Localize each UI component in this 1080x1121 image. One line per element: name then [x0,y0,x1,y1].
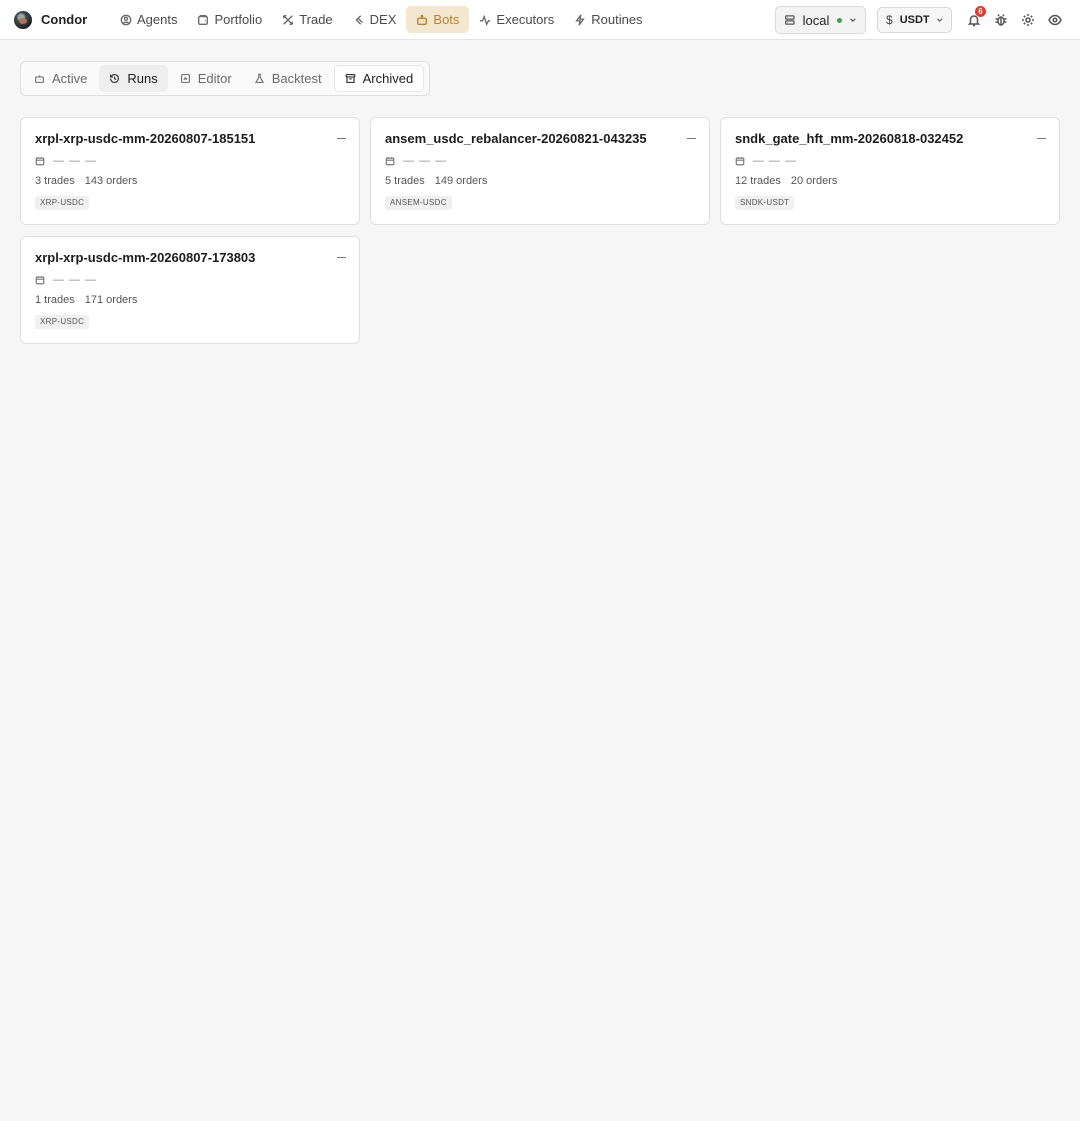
nav-item-label: Routines [591,12,643,27]
agents-icon [120,14,132,25]
trades-count: 12 trades [735,175,781,187]
app-name: Condor [41,12,88,27]
nav-item-label: Bots [433,12,460,27]
main-nav: Agents Portfolio Trade DEX Bots Executor… [110,0,653,40]
run-date-row: — — — [735,154,1045,167]
notification-count-badge: 6 [975,6,986,17]
trades-count: 3 trades [35,175,75,187]
trading-pair-tag: ANSEM-USDC [385,196,452,210]
run-name: xrpl-xrp-usdc-mm-20260807-173803 [35,250,256,265]
nav-item-bots[interactable]: Bots [406,6,470,33]
chevron-down-icon [936,18,942,22]
condor-logo-icon [14,10,32,29]
settings-button[interactable] [1020,12,1036,28]
run-stats: 3 trades 143 orders [35,175,345,187]
run-date: — — — [53,273,98,286]
run-date: — — — [53,154,98,167]
executors-icon [480,14,491,26]
tab-archived[interactable]: Archived [333,65,425,92]
run-date-row: — — — [35,154,345,167]
server-icon [785,15,795,25]
nav-item-executors[interactable]: Executors [469,6,564,33]
chevron-down-icon [850,18,856,23]
nav-item-portfolio[interactable]: Portfolio [187,6,272,33]
tab-label: Runs [127,71,158,86]
run-card[interactable]: xrpl-xrp-usdc-mm-20260807-173803 — — — 1… [20,236,360,344]
run-date-row: — — — [385,154,695,167]
flask-icon [254,73,264,84]
collapse-icon[interactable] [337,257,346,258]
orders-count: 20 orders [790,175,838,187]
orders-count: 171 orders [84,294,138,306]
run-date: — — — [403,154,448,167]
run-card[interactable]: ansem_usdc_rebalancer-20260821-043235 — … [370,117,710,225]
orders-count: 143 orders [84,175,138,187]
gear-icon [1022,14,1034,26]
trading-pair-tag: XRP-USDC [35,196,90,210]
tab-label: Active [52,71,88,86]
collapse-icon[interactable] [1037,138,1046,139]
bot-icon [417,14,428,25]
tab-label: Archived [362,71,414,86]
connection-status-dot [837,17,843,23]
run-card[interactable]: xrpl-xrp-usdc-mm-20260807-185151 — — — 3… [20,117,360,225]
calendar-icon [35,156,45,165]
tab-active[interactable]: Active [24,65,97,92]
calendar-icon [35,275,45,284]
nav-item-trade[interactable]: Trade [272,6,342,33]
nav-item-label: Trade [299,12,333,27]
bots-view-tabs: Active Runs Editor Backtest Archived [20,61,430,96]
run-stats: 12 trades 20 orders [735,175,1045,187]
archive-icon [345,73,356,84]
nav-item-label: Portfolio [214,12,263,27]
currency-select[interactable]: $ USDT [877,7,952,33]
tab-editor[interactable]: Editor [170,65,242,92]
trades-count: 1 trades [35,294,75,306]
nav-item-label: Agents [137,12,178,27]
bug-icon [995,14,1007,26]
trading-pair-tag: XRP-USDC [35,315,90,329]
editor-icon [180,73,190,84]
run-name: xrpl-xrp-usdc-mm-20260807-185151 [35,131,256,146]
tab-runs[interactable]: Runs [99,65,168,92]
nav-item-routines[interactable]: Routines [564,6,652,33]
tab-backtest[interactable]: Backtest [244,65,332,92]
brand[interactable]: Condor [14,10,102,29]
calendar-icon [735,156,745,165]
nav-item-dex[interactable]: DEX [343,6,407,33]
run-card[interactable]: sndk_gate_hft_mm-20260818-032452 — — — 1… [720,117,1060,225]
run-stats: 1 trades 171 orders [35,294,345,306]
dollar-icon: $ [886,13,893,27]
routines-icon [575,13,585,26]
tab-label: Backtest [271,71,322,86]
trading-pair-tag: SNDK-USDT [735,196,795,210]
history-icon [110,73,120,84]
bot-icon [34,75,45,84]
trade-icon [283,14,294,25]
collapse-icon[interactable] [687,138,696,139]
environment-select[interactable]: local [775,6,866,34]
dex-icon [355,14,363,25]
tab-label: Editor [197,71,232,86]
run-name: ansem_usdc_rebalancer-20260821-043235 [385,131,647,146]
nav-item-agents[interactable]: Agents [110,6,187,33]
trades-count: 5 trades [385,175,425,187]
notifications-button[interactable]: 6 [966,6,986,28]
environment-value: local [802,12,830,28]
run-stats: 5 trades 149 orders [385,175,695,187]
nav-item-label: DEX [369,12,397,27]
collapse-icon[interactable] [337,138,346,139]
run-name: sndk_gate_hft_mm-20260818-032452 [735,131,964,146]
debug-button[interactable] [993,12,1009,28]
top-navigation-bar: Condor Agents Portfolio Trade DEX Bots E… [0,0,1080,40]
portfolio-icon [198,14,209,25]
calendar-icon [385,156,395,165]
nav-item-label: Executors [496,12,555,27]
eye-icon [1048,14,1062,26]
run-date-row: — — — [35,273,345,286]
currency-value: USDT [899,14,930,26]
orders-count: 149 orders [434,175,488,187]
visibility-toggle-button[interactable] [1047,12,1063,28]
run-date: — — — [753,154,798,167]
